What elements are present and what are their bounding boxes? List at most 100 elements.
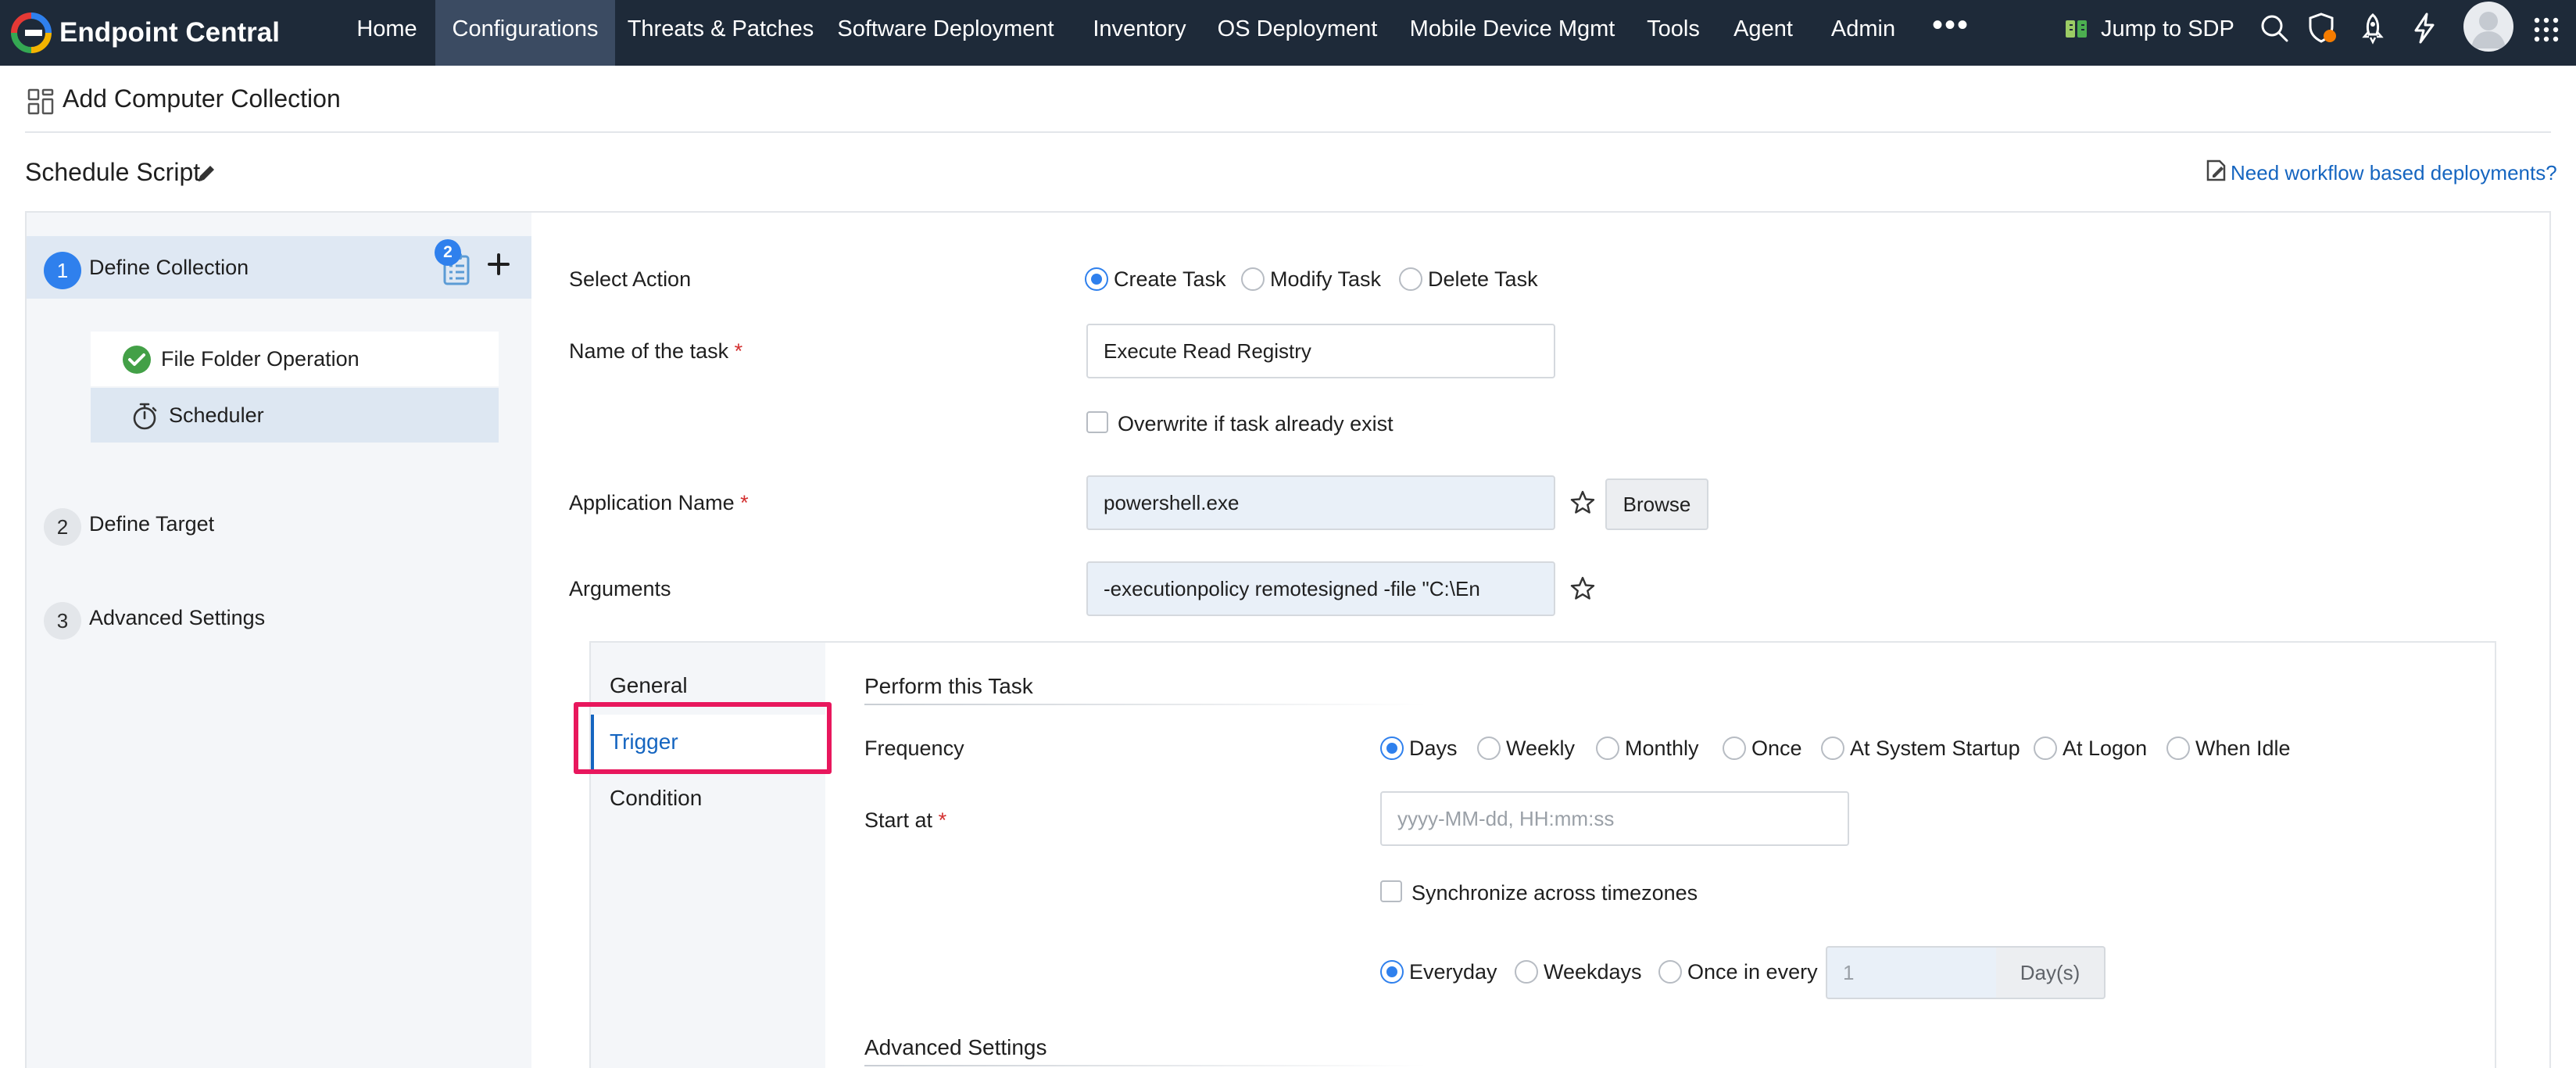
nav-mobile-device-mgmt[interactable]: Mobile Device Mgmt (1403, 0, 1622, 66)
task-name-label: Name of the task * (569, 339, 742, 364)
tab-general[interactable]: General (591, 658, 825, 713)
interval-days-input[interactable]: 1 (1826, 946, 1998, 999)
step-label: Define Target (89, 512, 215, 536)
radio-at-logon[interactable] (2034, 736, 2057, 760)
sub-step-label: Scheduler (169, 403, 264, 427)
nav-inventory[interactable]: Inventory (1082, 0, 1197, 66)
sub-step-file-folder-operation[interactable]: File Folder Operation (91, 332, 499, 386)
radio-delete-task[interactable] (1399, 267, 1422, 291)
overwrite-label[interactable]: Overwrite if task already exist (1118, 412, 1394, 436)
app-name-input[interactable]: powershell.exe (1086, 475, 1555, 530)
app-name-label: Application Name * (569, 491, 749, 515)
frequency-label: Frequency (864, 736, 964, 760)
radio-monthly[interactable] (1596, 736, 1619, 760)
nav-threats-patches[interactable]: Threats & Patches (623, 0, 818, 66)
step-number: 2 (44, 508, 81, 546)
radio-modify-task[interactable] (1241, 267, 1265, 291)
page-title: Add Computer Collection (63, 84, 341, 113)
add-step-plus-icon[interactable] (483, 249, 514, 280)
radio-label[interactable]: Once in every (1687, 960, 1818, 984)
advanced-settings-title: Advanced Settings (864, 1035, 1047, 1059)
rocket-icon[interactable] (2356, 11, 2390, 45)
radio-everyday[interactable] (1380, 960, 1404, 984)
workflow-doc-icon (2206, 159, 2226, 181)
step-label: Define Collection (89, 256, 249, 279)
search-icon[interactable] (2257, 11, 2292, 45)
perform-task-title: Perform this Task (864, 674, 1033, 698)
nav-tools[interactable]: Tools (1641, 0, 1705, 66)
app-name-label-text: Application Name (569, 491, 735, 514)
sync-timezones-label[interactable]: Synchronize across timezones (1411, 881, 1698, 905)
radio-label[interactable]: Weekdays (1544, 960, 1642, 984)
nav-configurations[interactable]: Configurations (435, 0, 615, 66)
nav-home[interactable]: Home (344, 0, 430, 66)
radio-label[interactable]: When Idle (2195, 736, 2291, 761)
start-at-input[interactable]: yyyy-MM-dd, HH:mm:ss (1380, 791, 1849, 846)
bolt-icon[interactable] (2407, 11, 2442, 45)
sub-step-label: File Folder Operation (161, 347, 360, 371)
step-number: 1 (44, 252, 81, 289)
shield-icon[interactable] (2306, 11, 2340, 45)
nav-software-deployment[interactable]: Software Deployment (832, 0, 1059, 66)
radio-label[interactable]: At System Startup (1850, 736, 2020, 761)
radio-label[interactable]: Once (1751, 736, 1802, 761)
radio-at-system-startup[interactable] (1821, 736, 1844, 760)
radio-once[interactable] (1723, 736, 1746, 760)
radio-label[interactable]: At Logon (2063, 736, 2147, 761)
radio-label[interactable]: Everyday (1409, 960, 1497, 984)
radio-label[interactable]: Delete Task (1428, 267, 1538, 292)
start-at-label: Start at * (864, 808, 946, 833)
arguments-label: Arguments (569, 577, 671, 600)
required-mark: * (938, 808, 947, 832)
radio-when-idle[interactable] (2166, 736, 2190, 760)
radio-label[interactable]: Create Task (1114, 267, 1226, 292)
browse-button[interactable]: Browse (1605, 478, 1708, 530)
arguments-input[interactable]: -executionpolicy remotesigned -file "C:\… (1086, 561, 1555, 616)
workflow-deployments-link[interactable]: Need workflow based deployments? (2231, 161, 2557, 185)
task-name-label-text: Name of the task (569, 339, 729, 363)
interval-unit-label: Day(s) (1996, 946, 2106, 999)
radio-label[interactable]: Weekly (1506, 736, 1575, 761)
top-nav: Endpoint Central Home Configurations Thr… (0, 0, 2576, 66)
avatar[interactable] (2463, 2, 2513, 52)
app-grid-icon[interactable] (2531, 14, 2562, 45)
tab-trigger[interactable]: Trigger (591, 715, 825, 769)
radio-weekdays[interactable] (1515, 960, 1538, 984)
radio-days[interactable] (1380, 736, 1404, 760)
star-favorite-icon[interactable] (1569, 489, 1596, 516)
nav-agent[interactable]: Agent (1726, 0, 1801, 66)
collection-count-badge: 2 (435, 239, 461, 266)
step-advanced-settings[interactable]: 3 Advanced Settings (27, 586, 531, 649)
start-at-label-text: Start at (864, 808, 933, 832)
overwrite-checkbox[interactable] (1086, 411, 1108, 433)
check-circle-icon (123, 346, 151, 374)
edit-pencil-icon[interactable] (195, 163, 217, 185)
radio-label[interactable]: Monthly (1625, 736, 1699, 761)
task-name-input[interactable]: Execute Read Registry (1086, 324, 1555, 378)
radio-label[interactable]: Days (1409, 736, 1458, 761)
schedule-script-title: Schedule Script (25, 158, 201, 186)
select-action-label: Select Action (569, 267, 692, 291)
radio-create-task[interactable] (1085, 267, 1108, 291)
sync-timezones-checkbox[interactable] (1380, 880, 1402, 902)
section-divider (864, 1065, 1427, 1066)
star-favorite-icon[interactable] (1569, 575, 1596, 602)
nav-os-deployment[interactable]: OS Deployment (1214, 0, 1381, 66)
step-define-target[interactable]: 2 Define Target (27, 493, 531, 555)
brand-name[interactable]: Endpoint Central (59, 0, 280, 66)
radio-weekly[interactable] (1477, 736, 1501, 760)
section-divider (864, 704, 1427, 705)
sub-step-scheduler[interactable]: Scheduler (91, 388, 499, 443)
radio-once-in-every[interactable] (1658, 960, 1682, 984)
nav-admin[interactable]: Admin (1821, 0, 1905, 66)
radio-label[interactable]: Modify Task (1270, 267, 1381, 292)
jump-to-sdp-link[interactable]: Jump to SDP (2101, 0, 2234, 66)
tab-condition[interactable]: Condition (591, 771, 825, 826)
step-number: 3 (44, 602, 81, 640)
required-mark: * (740, 491, 749, 514)
endpoint-central-logo-icon[interactable] (8, 9, 55, 56)
header-divider (25, 131, 2551, 133)
sdp-icon[interactable] (2063, 16, 2090, 42)
stopwatch-icon (133, 403, 157, 430)
nav-more-icon[interactable]: ••• (1926, 0, 1976, 66)
